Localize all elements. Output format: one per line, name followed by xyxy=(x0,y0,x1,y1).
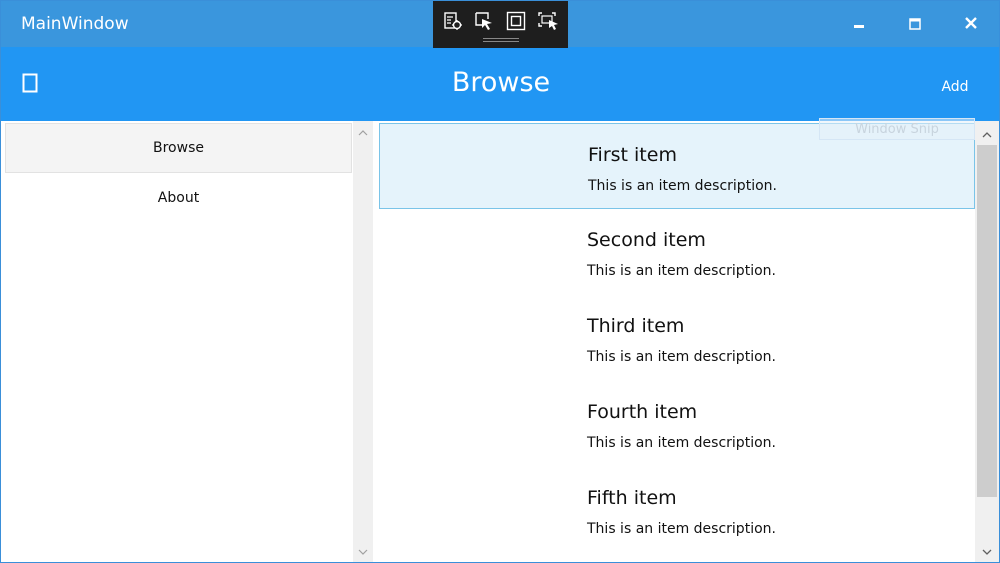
item-title: Fifth item xyxy=(587,487,677,509)
display-layout-adorners-icon[interactable] xyxy=(504,9,528,33)
maximize-button[interactable] xyxy=(892,1,938,47)
item-description: This is an item description. xyxy=(587,349,776,365)
list-item[interactable]: Second item This is an item description. xyxy=(379,209,975,295)
list-item[interactable]: Fourth item This is an item description. xyxy=(379,381,975,467)
sidebar-item-label: About xyxy=(157,190,200,206)
list-item[interactable]: Fifth item This is an item description. xyxy=(379,467,975,553)
debug-toolbar xyxy=(433,1,568,48)
sidebar-item-about[interactable]: About xyxy=(5,173,352,223)
scrollbar-thumb[interactable] xyxy=(977,145,997,497)
maximize-icon xyxy=(909,15,921,34)
item-description: This is an item description. xyxy=(587,263,776,279)
items-list: First item This is an item description. … xyxy=(373,121,999,562)
add-button[interactable]: Add xyxy=(931,79,979,95)
item-title: Third item xyxy=(587,315,685,337)
track-focus-icon[interactable] xyxy=(536,9,560,33)
item-title: Fourth item xyxy=(587,401,698,423)
close-button[interactable] xyxy=(948,1,994,47)
scroll-down-icon[interactable] xyxy=(981,546,993,558)
scroll-down-icon[interactable] xyxy=(357,546,369,558)
item-title: Second item xyxy=(587,229,706,251)
list-item[interactable]: Third item This is an item description. xyxy=(379,295,975,381)
sidebar-scrollbar[interactable] xyxy=(353,121,373,562)
app-header: Browse Add xyxy=(1,47,999,121)
select-element-icon[interactable] xyxy=(472,9,496,33)
item-title: First item xyxy=(588,144,677,166)
item-description: This is an item description. xyxy=(587,521,776,537)
item-description: This is an item description. xyxy=(588,178,777,194)
minimize-icon xyxy=(853,15,865,34)
window-snip-overlay[interactable]: Window Snip xyxy=(819,118,975,140)
close-icon xyxy=(964,15,978,34)
scroll-up-icon[interactable] xyxy=(357,127,369,139)
sidebar-item-label: Browse xyxy=(153,140,204,156)
sidebar: Browse About xyxy=(1,121,373,562)
window-title: MainWindow xyxy=(21,14,129,34)
list-scrollbar[interactable] xyxy=(975,121,999,562)
scroll-up-icon[interactable] xyxy=(981,129,993,141)
live-visual-tree-icon[interactable] xyxy=(441,9,465,33)
minimize-button[interactable] xyxy=(836,1,882,47)
sidebar-item-browse[interactable]: Browse xyxy=(5,123,352,173)
page-title: Browse xyxy=(451,67,551,98)
toolbar-drag-handle[interactable] xyxy=(483,38,519,42)
item-description: This is an item description. xyxy=(587,435,776,451)
main-window: MainWindow Browse Add Browse About First… xyxy=(0,0,1000,563)
